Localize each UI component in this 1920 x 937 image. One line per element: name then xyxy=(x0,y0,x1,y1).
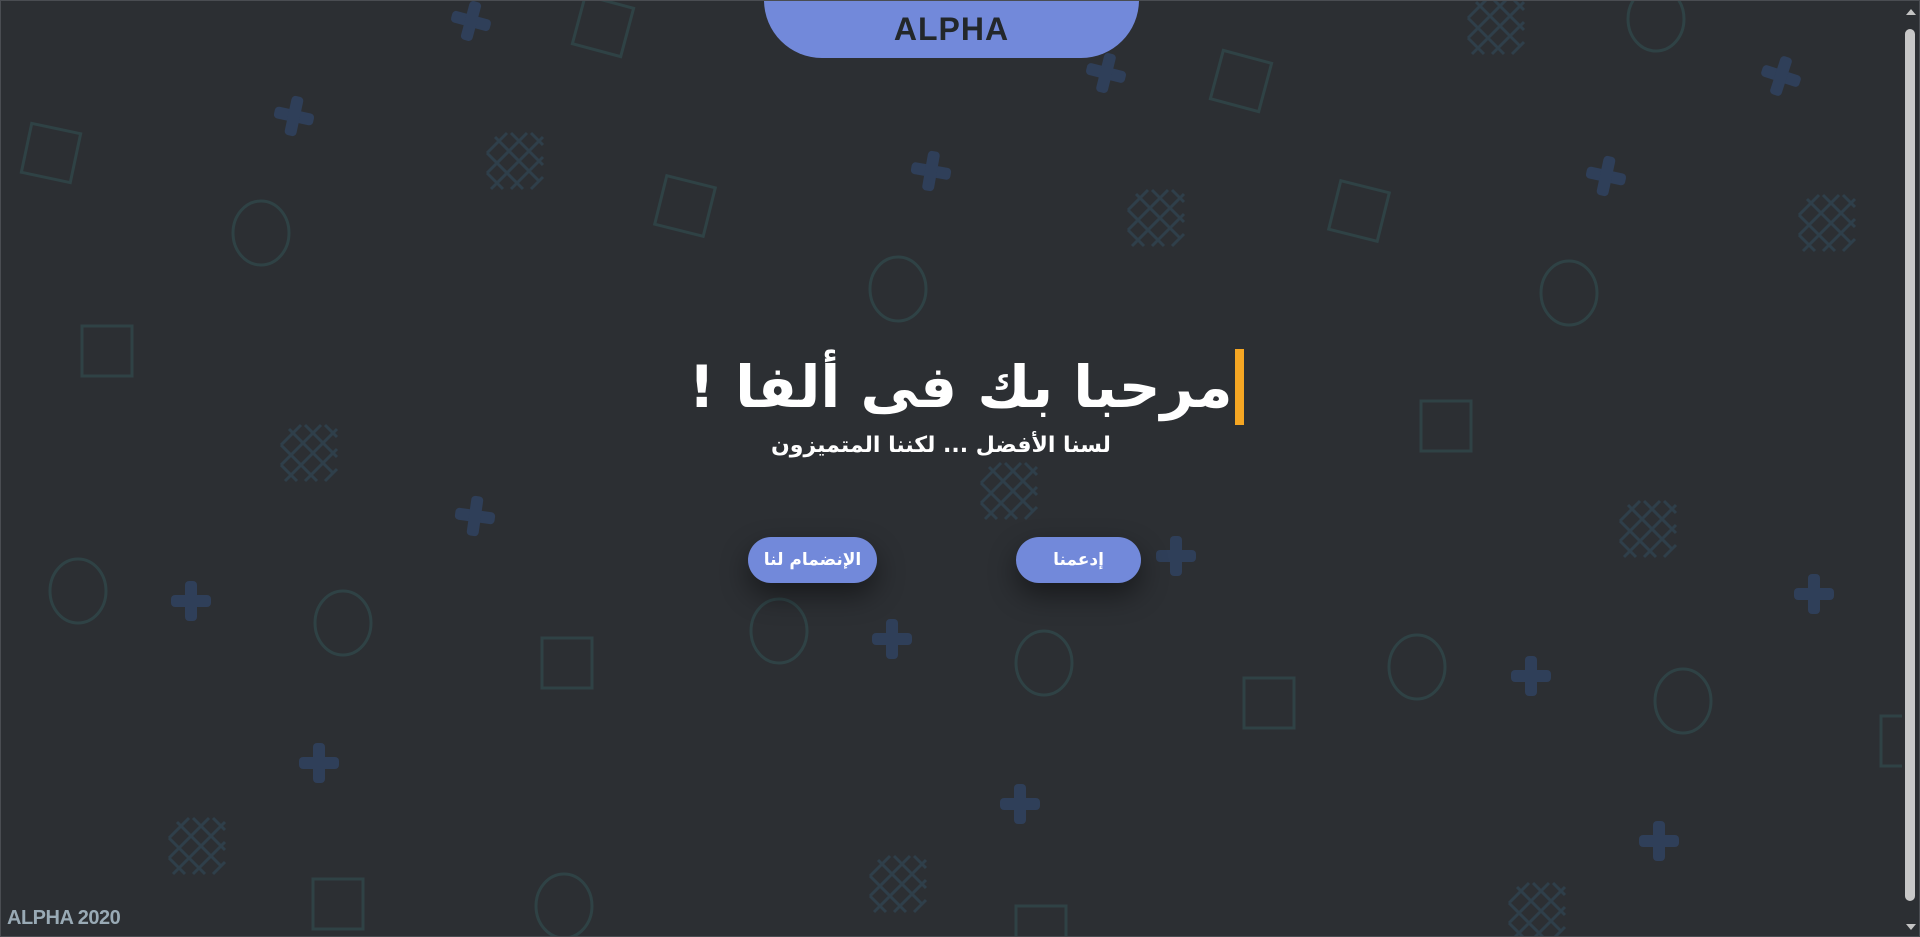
support-button[interactable]: إدعمنا xyxy=(1016,537,1141,583)
scroll-thumb[interactable] xyxy=(1905,29,1915,901)
hero-title-wrap: مرحبا بك فى ألفا ! xyxy=(678,347,1244,427)
hero: مرحبا بك فى ألفا ! xyxy=(1,347,1919,429)
support-button-label: إدعمنا xyxy=(1053,550,1104,570)
brand-tab: ALPHA xyxy=(764,1,1139,58)
scroll-down-arrow-icon[interactable] xyxy=(1906,924,1916,930)
brand-title: ALPHA xyxy=(893,11,1010,47)
footer-copyright: ALPHA 2020 xyxy=(7,907,121,929)
scrollbar[interactable] xyxy=(1902,1,1919,936)
hero-title: مرحبا بك فى ألفا ! xyxy=(688,353,1233,421)
join-button-label: الإنضمام لنا xyxy=(763,550,862,570)
join-button[interactable]: الإنضمام لنا xyxy=(748,537,877,583)
scroll-up-arrow-icon[interactable] xyxy=(1906,9,1916,15)
background-pattern xyxy=(19,1,1919,936)
hero-subtitle: لسنا الأفضل ... لكننا المتميزون xyxy=(771,433,1111,458)
typing-caret xyxy=(1234,349,1244,425)
page-frame: ALPHA مرحبا بك فى ألفا ! لسنا الأفضل ...… xyxy=(0,0,1920,937)
